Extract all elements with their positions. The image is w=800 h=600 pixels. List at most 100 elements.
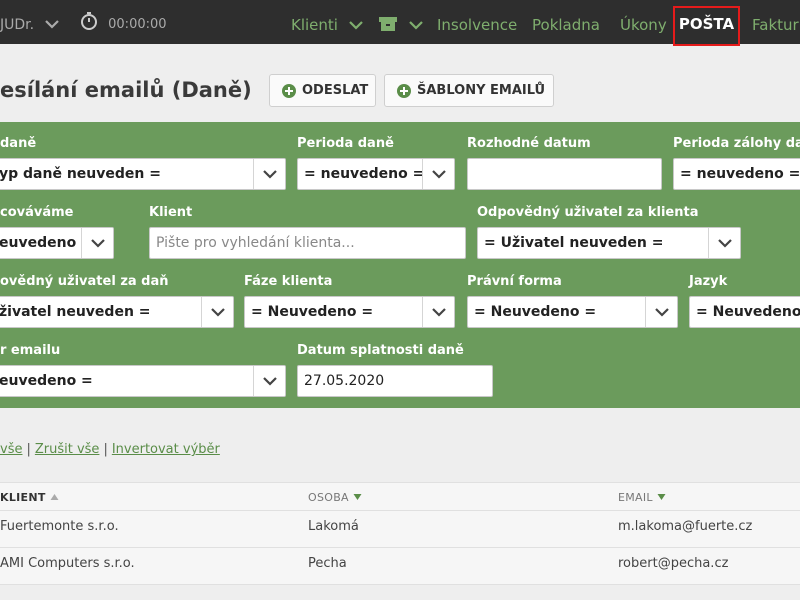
cell-person: Pecha — [308, 556, 347, 571]
send-button[interactable]: ODESLAT — [269, 74, 376, 107]
filter-panel: daně yp daně neuveden = Perioda daně = n… — [0, 122, 800, 408]
tax-responsible-user-label: ovědný uživatel za daň — [0, 274, 169, 289]
tax-responsible-user-value: živatel neuveden = — [0, 304, 151, 320]
plus-circle-icon — [282, 84, 296, 98]
chevron-down-icon — [348, 21, 363, 30]
tax-responsible-user-select[interactable]: živatel neuveden = — [0, 296, 234, 328]
tax-due-date-input[interactable]: 27.05.2020 — [297, 365, 493, 397]
separator: | — [26, 442, 31, 457]
column-header-email-label: EMAIL — [618, 491, 653, 504]
email-type-value: euvedeno = — [0, 373, 93, 389]
chevron-down-icon — [44, 20, 59, 29]
client-label: Klient — [149, 205, 193, 220]
sort-down-icon — [353, 494, 362, 500]
client-phase-label: Fáze klienta — [244, 274, 333, 289]
cell-client: Fuertemonte s.r.o. — [0, 519, 119, 534]
nav-archive[interactable] — [378, 0, 423, 44]
client-responsible-user-label: Odpovědný uživatel za klienta — [477, 205, 699, 220]
tax-period-label: Perioda daně — [297, 136, 394, 151]
nav-klienti-label: Klienti — [291, 16, 338, 34]
tax-type-label: daně — [0, 136, 37, 151]
timer[interactable]: 00:00:00 — [80, 0, 167, 44]
decisive-date-label: Rozhodné datum — [467, 136, 591, 151]
cell-email: m.lakoma@fuerte.cz — [618, 519, 753, 534]
processing-value: euvedeno — [0, 235, 77, 251]
dropdown-toggle[interactable] — [253, 159, 285, 189]
cell-client: AMI Computers s.r.o. — [0, 556, 135, 571]
column-header-client[interactable]: KLIENT — [0, 491, 59, 504]
client-phase-value: = Neuvedeno = — [251, 304, 374, 320]
user-menu[interactable]: JUDr. — [0, 0, 59, 44]
chevron-down-icon — [91, 239, 105, 248]
invert-selection-link[interactable]: Invertovat výběr — [112, 442, 220, 457]
chevron-down-icon — [211, 308, 225, 317]
advance-period-select[interactable]: = neuvedeno = — [673, 158, 800, 190]
email-templates-button-label: ŠABLONY EMAILŮ — [417, 83, 546, 98]
language-value: = Neuvedeno = — [696, 304, 800, 320]
table-header: KLIENT OSOBA EMAIL — [0, 483, 800, 511]
tax-type-value: yp daně neuveden = — [0, 166, 161, 182]
chevron-down-icon — [409, 21, 423, 30]
email-templates-button[interactable]: ŠABLONY EMAILŮ — [384, 74, 554, 107]
nav-insolvence[interactable]: Insolvence — [437, 0, 517, 44]
email-type-label: r emailu — [0, 343, 61, 358]
tax-due-date-label: Datum splatnosti daně — [297, 343, 464, 358]
language-label: Jazyk — [689, 274, 728, 289]
advance-period-value: = neuvedeno = — [680, 166, 800, 182]
top-navigation: JUDr. 00:00:00 Klienti Insolvence Poklad… — [0, 0, 800, 46]
column-header-person-label: OSOBA — [308, 491, 349, 504]
chevron-down-icon — [655, 308, 669, 317]
stopwatch-icon — [81, 12, 97, 30]
legal-form-label: Právní forma — [467, 274, 562, 289]
chevron-down-icon — [432, 170, 446, 179]
column-header-person[interactable]: OSOBA — [308, 491, 362, 504]
client-search-input[interactable]: Pište pro vyhledání klienta... — [149, 227, 466, 259]
chevron-down-icon — [263, 170, 277, 179]
client-responsible-user-value: = Uživatel neuveden = — [484, 235, 664, 251]
archive-box-icon — [379, 17, 397, 31]
cell-person: Lakomá — [308, 519, 359, 534]
nav-faktury[interactable]: Faktur — [752, 0, 799, 44]
selection-links: vše | Zrušit vše | Invertovat výběr — [0, 442, 220, 457]
cell-email: robert@pecha.cz — [618, 556, 729, 571]
nav-ukony[interactable]: Úkony — [620, 0, 667, 44]
tax-period-value: = neuvedeno = — [304, 166, 425, 182]
processing-label: cováváme — [0, 205, 74, 220]
language-select[interactable]: = Neuvedeno = — [689, 296, 800, 328]
processing-select[interactable]: euvedeno — [0, 227, 114, 259]
nav-posta[interactable]: POŠTA — [673, 6, 740, 46]
nav-pokladna[interactable]: Pokladna — [532, 0, 600, 44]
table-row[interactable]: Fuertemonte s.r.o. Lakomá m.lakoma@fuert… — [0, 511, 800, 548]
dropdown-toggle[interactable] — [201, 297, 233, 327]
plus-circle-icon — [397, 84, 411, 98]
legal-form-value: = Neuvedeno = — [474, 304, 597, 320]
email-type-select[interactable]: euvedeno = — [0, 365, 286, 397]
dropdown-toggle[interactable] — [253, 366, 285, 396]
column-header-email[interactable]: EMAIL — [618, 491, 666, 504]
client-responsible-user-select[interactable]: = Uživatel neuveden = — [477, 227, 741, 259]
legal-form-select[interactable]: = Neuvedeno = — [467, 296, 678, 328]
client-phase-select[interactable]: = Neuvedeno = — [244, 296, 455, 328]
dropdown-toggle[interactable] — [422, 297, 454, 327]
decisive-date-input[interactable] — [467, 158, 662, 190]
user-name: JUDr. — [0, 17, 35, 33]
select-all-link[interactable]: vše — [0, 442, 22, 457]
results-table: KLIENT OSOBA EMAIL Fuertemonte s.r.o. La… — [0, 482, 800, 585]
column-header-client-label: KLIENT — [0, 491, 46, 504]
advance-period-label: Perioda zálohy dar — [673, 136, 800, 151]
send-button-label: ODESLAT — [302, 83, 369, 98]
page-title: esílání emailů (Daně) — [0, 78, 252, 102]
tax-period-select[interactable]: = neuvedeno = — [297, 158, 455, 190]
dropdown-toggle[interactable] — [645, 297, 677, 327]
cancel-all-link[interactable]: Zrušit vše — [35, 442, 100, 457]
table-row[interactable]: AMI Computers s.r.o. Pecha robert@pecha.… — [0, 548, 800, 585]
nav-klienti[interactable]: Klienti — [291, 0, 363, 44]
tax-type-select[interactable]: yp daně neuveden = — [0, 158, 286, 190]
dropdown-toggle[interactable] — [81, 228, 113, 258]
dropdown-toggle[interactable] — [708, 228, 740, 258]
timer-value: 00:00:00 — [108, 17, 167, 32]
separator: | — [103, 442, 108, 457]
dropdown-toggle[interactable] — [422, 159, 454, 189]
chevron-down-icon — [432, 308, 446, 317]
chevron-down-icon — [718, 239, 732, 248]
